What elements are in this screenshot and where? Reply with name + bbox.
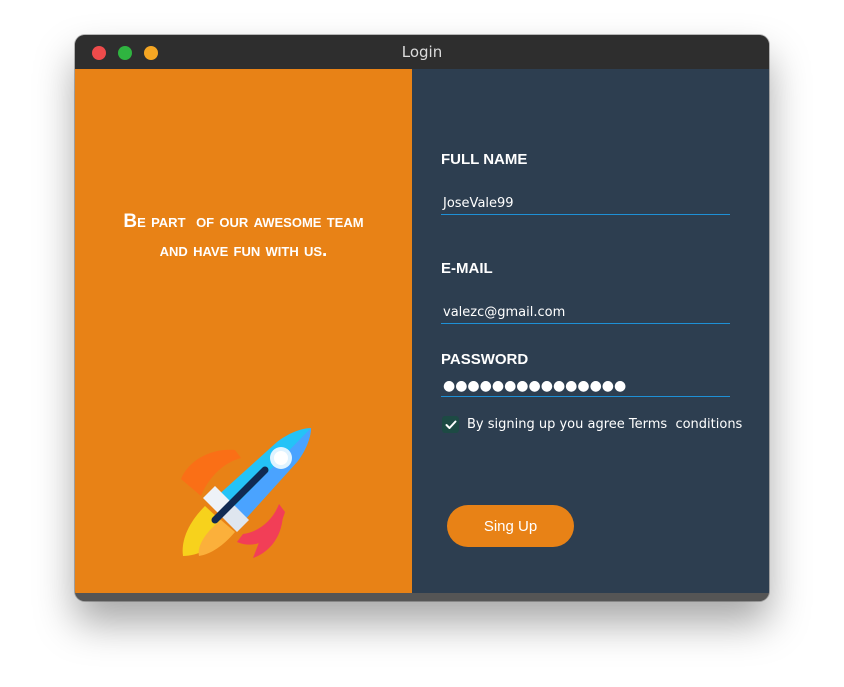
terms-checkbox[interactable] (442, 416, 459, 433)
window-title: Login (401, 43, 443, 61)
login-window: Login Be part of our awesome team and ha… (75, 35, 769, 601)
full-name-label: FULL NAME (441, 151, 528, 168)
tagline-line-2: and have fun with us. (159, 240, 328, 261)
email-field[interactable]: valezc@gmail.com (441, 302, 730, 324)
password-field[interactable]: ●●●●●●●●●●●●●●● (441, 375, 730, 397)
tagline: Be part of our awesome team and have fun… (75, 207, 412, 265)
rocket-icon (181, 428, 311, 558)
terms-label[interactable]: By signing up you agree Terms conditions (467, 416, 742, 433)
sign-up-button[interactable]: Sing Up (447, 505, 574, 547)
promo-panel: Be part of our awesome team and have fun… (75, 69, 412, 593)
tagline-line-1: Be part of our awesome team (123, 211, 364, 232)
email-label: E-MAIL (441, 260, 493, 277)
checkmark-icon (445, 420, 456, 429)
window-bottom-edge (75, 593, 769, 601)
full-name-field[interactable]: JoseVale99 (441, 193, 730, 215)
signup-form: FULL NAME JoseVale99 E-MAIL valezc@gmail… (412, 69, 769, 593)
title-bar: Login (75, 35, 769, 69)
password-label: PASSWORD (441, 351, 529, 368)
